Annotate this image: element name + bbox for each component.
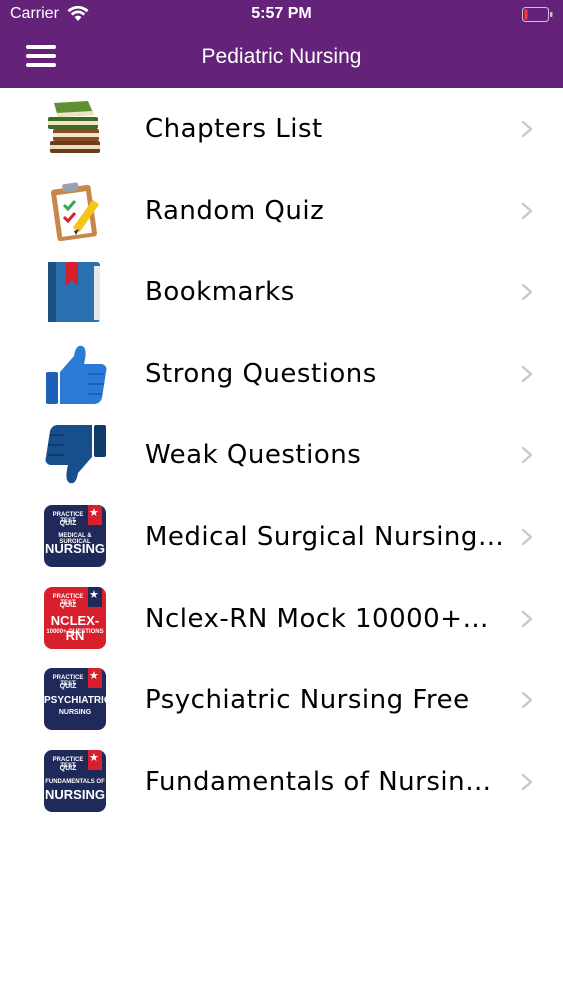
menu-item-label: Chapters List xyxy=(145,114,323,144)
fundamentals-nursing-app-icon: PRACTICE TEST QUIZ FUNDAMENTALS OF NURSI… xyxy=(44,749,108,814)
battery-low-icon xyxy=(522,7,553,22)
menu-item-label: Strong Questions xyxy=(145,358,377,389)
status-time: 5:57 PM xyxy=(251,5,312,22)
chevron-right-icon xyxy=(521,610,533,627)
bookmark-book-icon xyxy=(48,262,100,323)
chevron-right-icon xyxy=(521,528,533,546)
menu-item-label: Fundamentals of Nursing… xyxy=(145,766,505,797)
med-surg-nursing-app-icon: PRACTICE TEST QUIZ MEDICAL & SURGICAL NU… xyxy=(44,504,108,569)
thumbs-up-icon xyxy=(46,345,107,404)
menu-item-label: Psychiatric Nursing Free xyxy=(145,685,470,716)
books-stack-icon xyxy=(48,101,100,153)
chevron-right-icon xyxy=(521,365,533,382)
nclex-rn-app-icon: PRACTICE TEST QUIZ NCLEX-RN 10000+ QUEST… xyxy=(44,586,108,651)
menu-item-fundamentals-of-nursing[interactable]: PRACTICE TEST QUIZ FUNDAMENTALS OF NURSI… xyxy=(0,741,563,823)
menu-list: Chapters List Random Quiz Bookmarks Stro… xyxy=(0,88,563,822)
menu-item-label: Bookmarks xyxy=(145,277,295,308)
psychiatric-nursing-app-icon: PRACTICE TEST QUIZ PSYCHIATRIC NURSING xyxy=(44,668,108,732)
navigation-header: Carrier 5:57 PM Pediatric Nursing xyxy=(0,0,563,88)
menu-item-weak-questions[interactable]: Weak Questions xyxy=(0,414,563,496)
chevron-right-icon xyxy=(521,447,533,464)
chevron-right-icon xyxy=(521,202,533,219)
menu-item-label: Nclex-RN Mock 10000+… xyxy=(145,603,490,634)
clipboard-pencil-icon xyxy=(50,182,100,241)
menu-item-nclex-rn-mock[interactable]: PRACTICE TEST QUIZ NCLEX-RN 10000+ QUEST… xyxy=(0,578,563,660)
chevron-right-icon xyxy=(521,120,533,138)
menu-item-label: Random Quiz xyxy=(145,195,325,226)
menu-item-label: Medical Surgical Nursing… xyxy=(145,521,505,552)
menu-item-random-quiz[interactable]: Random Quiz xyxy=(0,170,563,252)
menu-item-strong-questions[interactable]: Strong Questions xyxy=(0,333,563,415)
chevron-right-icon xyxy=(521,283,533,301)
menu-item-medical-surgical-nursing[interactable]: PRACTICE TEST QUIZ MEDICAL & SURGICAL NU… xyxy=(0,496,563,578)
menu-item-chapters-list[interactable]: Chapters List xyxy=(0,88,563,170)
thumbs-down-icon xyxy=(45,425,106,484)
menu-item-bookmarks[interactable]: Bookmarks xyxy=(0,251,563,333)
page-title: Pediatric Nursing xyxy=(201,45,362,68)
chevron-right-icon xyxy=(521,691,533,709)
status-bar: Carrier 5:57 PM xyxy=(0,0,563,30)
menu-item-psychiatric-nursing[interactable]: PRACTICE TEST QUIZ PSYCHIATRIC NURSING P… xyxy=(0,659,563,741)
chevron-right-icon xyxy=(521,773,533,790)
menu-item-label: Weak Questions xyxy=(145,440,362,471)
